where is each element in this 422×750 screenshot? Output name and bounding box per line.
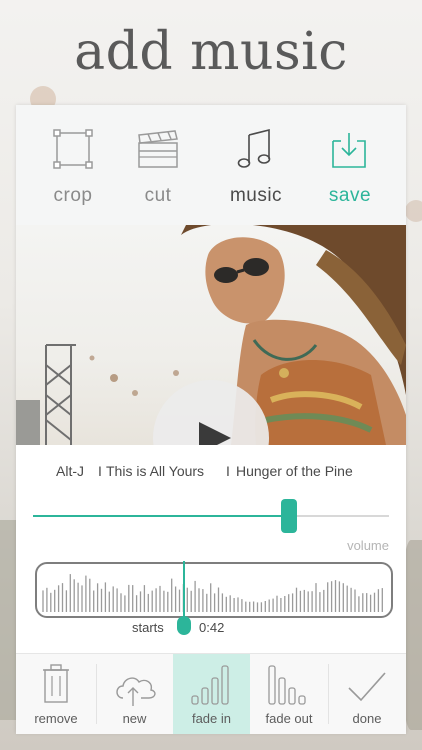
track-song: Hunger of the Pine [236,463,353,479]
video-preview [16,225,406,445]
cut-tool[interactable]: cut [113,105,203,225]
fade-out-icon [268,665,306,705]
done-label: done [352,711,382,726]
volume-label: volume [347,538,389,553]
new-label: new [122,711,147,726]
audio-waveform[interactable] [35,562,393,618]
track-separator: I [98,463,102,479]
music-panel: Alt-J I This is All Yours I Hunger of th… [16,445,406,653]
remove-label: remove [34,711,78,726]
save-label: save [328,185,372,206]
play-icon [199,422,231,445]
start-marker-handle[interactable] [177,616,191,635]
crop-icon [53,129,93,169]
clapperboard-icon [138,130,178,168]
save-download-icon [332,133,366,168]
track-separator: I [226,463,230,479]
fade-out-label: fade out [265,711,313,726]
editor-card: crop cut music save Alt-J I This is All … [16,105,406,734]
bottom-action-bar: remove new fade in fade out done [16,653,406,734]
volume-slider-fill [33,515,289,517]
save-tool[interactable]: save [305,105,395,225]
start-time: 0:42 [199,620,225,635]
music-note-icon [237,128,271,168]
volume-slider-thumb[interactable] [281,499,297,533]
background-blur [405,200,422,222]
trash-icon [43,664,69,703]
edit-toolbar: crop cut music save [16,105,406,225]
checkmark-icon [348,672,386,702]
crop-tool[interactable]: crop [28,105,118,225]
fade-in-button[interactable]: fade in [173,654,250,734]
cloud-upload-icon [116,677,156,706]
start-marker-line [183,561,185,623]
fade-out-button[interactable]: fade out [250,654,328,734]
starts-label: starts [132,620,164,635]
new-button[interactable]: new [96,654,173,734]
waveform-bars [42,574,383,612]
done-button[interactable]: done [328,654,406,734]
remove-button[interactable]: remove [16,654,96,734]
fade-in-label: fade in [191,711,232,726]
volume-slider[interactable] [33,499,389,533]
track-artist: Alt-J [56,463,84,479]
music-label: music [229,185,283,206]
track-album: This is All Yours [106,463,205,479]
page-headline: add music [74,22,348,82]
fade-in-icon [191,665,229,705]
cut-label: cut [144,185,172,206]
crop-label: crop [53,185,93,206]
music-tool[interactable]: music [211,105,301,225]
